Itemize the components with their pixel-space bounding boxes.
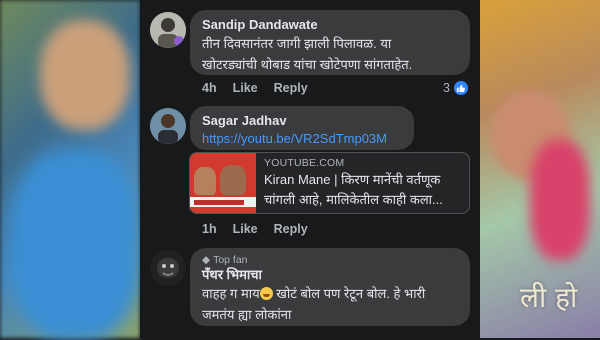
comment-timestamp[interactable]: 1h [202, 222, 217, 236]
like-button[interactable]: Like [233, 81, 258, 95]
reply-button[interactable]: Reply [274, 222, 308, 236]
like-button[interactable]: Like [233, 222, 258, 236]
comment-actions: 4h Like Reply [202, 81, 308, 95]
avatar-panther[interactable] [150, 250, 186, 286]
laughing-emoji-icon [259, 287, 273, 300]
background-watermark-text: ली हो [520, 281, 578, 314]
comment-timestamp[interactable]: 4h [202, 81, 217, 95]
blurred-background-left [0, 0, 140, 340]
comment-author[interactable]: Sagar Jadhav [202, 113, 402, 129]
preview-domain: YOUTUBE.COM [264, 157, 345, 169]
comment-link[interactable]: https://youtu.be/VR2SdTmp03M [202, 129, 402, 149]
comments-panel: Sandip Dandawate तीन दिवसानंतर जागी झाली… [140, 0, 480, 338]
comment-text-line: वाहह ग माय खोटं बोल पण रेटून बोल. हे भार… [202, 286, 426, 301]
avatar-sagar[interactable] [150, 108, 186, 144]
diamond-icon: ◆ [202, 254, 211, 266]
like-icon [453, 81, 468, 95]
comment-text-line: खोटरड्यांची थोबाड यांचा खोटेपणा सांगताहे… [202, 57, 413, 72]
preview-title: Kiran Mane | किरण मानेंची वर्तणूक चांगली… [264, 172, 443, 207]
comment-author[interactable]: पॅंथर भिमाचा [202, 267, 458, 283]
blurred-background-right: ली हो [480, 0, 600, 338]
comment-bubble: ◆ Top fan पॅंथर भिमाचा वाहह ग माय खोटं ब… [190, 248, 470, 326]
reaction-summary[interactable]: 3 [443, 81, 468, 95]
comment-text-line: जमतंय ह्या लोकांना [202, 307, 292, 322]
avatar-sandip[interactable] [150, 12, 186, 48]
comment-bubble: Sagar Jadhav https://youtu.be/VR2SdTmp03… [190, 106, 414, 150]
reaction-count: 3 [443, 81, 450, 95]
comment-bubble: Sandip Dandawate तीन दिवसानंतर जागी झाली… [190, 10, 470, 75]
top-fan-badge: ◆ Top fan [202, 254, 248, 266]
reply-button[interactable]: Reply [274, 81, 308, 95]
link-preview-card[interactable]: YOUTUBE.COM Kiran Mane | किरण मानेंची वर… [189, 152, 470, 214]
comment-actions: 1h Like Reply [202, 222, 308, 236]
preview-thumbnail [190, 153, 256, 213]
comment-text-line: तीन दिवसानंतर जागी झाली पिलावळ. या [202, 36, 392, 51]
comment-author[interactable]: Sandip Dandawate [202, 17, 458, 33]
